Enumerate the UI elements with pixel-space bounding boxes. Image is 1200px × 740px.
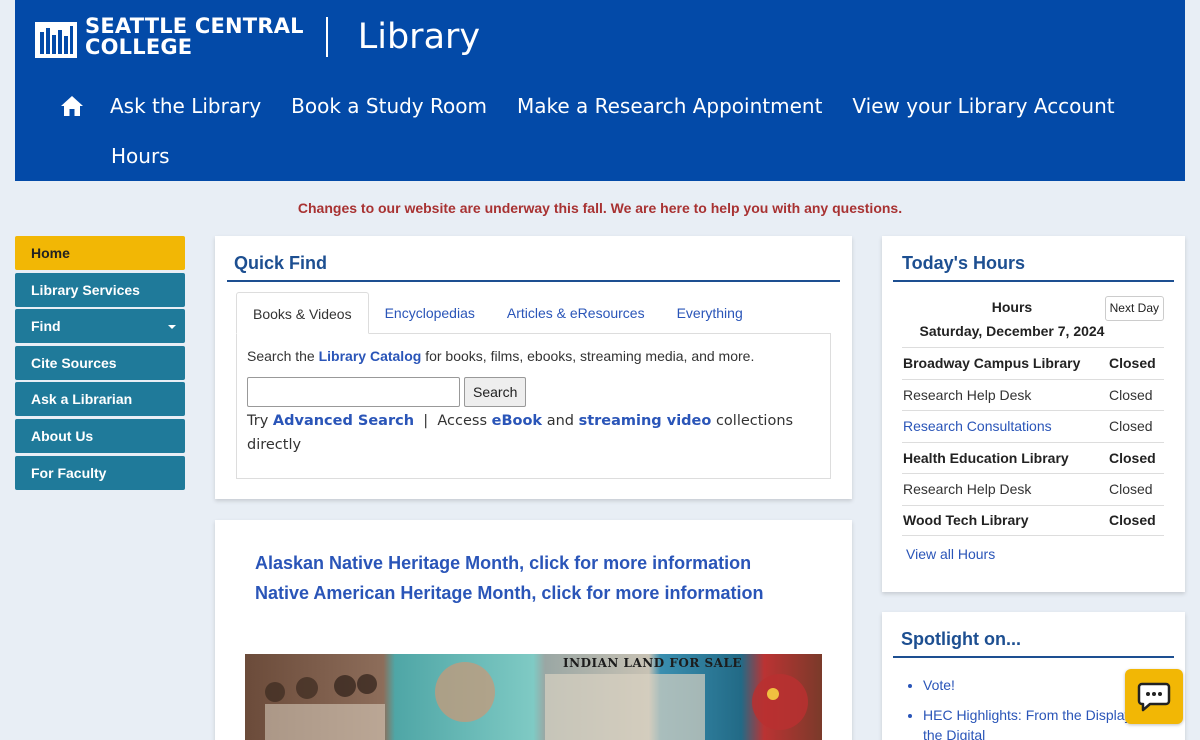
hours-status: Closed — [1109, 449, 1156, 466]
hours-table: Broadway Campus Library Closed Research … — [902, 347, 1164, 536]
todays-hours-panel: Today's Hours Hours Next Day Saturday, D… — [882, 236, 1185, 592]
advanced-search-line: Try Advanced Search | Access eBook and s… — [247, 409, 820, 457]
tab-everything[interactable]: Everything — [661, 292, 759, 334]
tab-encyclopedias[interactable]: Encyclopedias — [369, 292, 491, 334]
alaskan-heritage-link[interactable]: Alaskan Native Heritage Month, click for… — [255, 548, 763, 578]
sidebar-item-for-faculty[interactable]: For Faculty — [15, 455, 185, 490]
hours-row-health-education: Health Education Library Closed — [902, 441, 1164, 474]
access-text: Access — [437, 413, 488, 429]
hours-location-name: Wood Tech Library — [903, 512, 1029, 529]
heritage-links: Alaskan Native Heritage Month, click for… — [255, 548, 763, 608]
streaming-video-link[interactable]: streaming video — [579, 413, 712, 429]
quick-find-title: Quick Find — [227, 253, 840, 282]
banner-caption: INDIAN LAND FOR SALE — [563, 656, 743, 670]
sidebar-item-find[interactable]: Find — [15, 309, 185, 344]
college-name-line2: COLLEGE — [85, 35, 193, 59]
next-day-button[interactable]: Next Day — [1104, 296, 1164, 321]
nav-ask-the-library[interactable]: Ask the Library — [110, 94, 261, 118]
ebook-link[interactable]: eBook — [492, 413, 542, 429]
site-header: SEATTLE CENTRAL COLLEGE Library Ask the … — [15, 0, 1185, 181]
nav-research-appointment[interactable]: Make a Research Appointment — [517, 94, 822, 118]
hours-status: Closed — [1109, 418, 1153, 435]
nav-book-a-study-room[interactable]: Book a Study Room — [291, 94, 487, 118]
catalog-description: Search the Library Catalog for books, fi… — [247, 348, 820, 364]
hours-date: Saturday, December 7, 2024 — [919, 323, 1105, 339]
logo-divider — [325, 17, 328, 57]
quick-find-tab-body: Search the Library Catalog for books, fi… — [236, 333, 831, 479]
main-nav-row-1: Ask the Library Book a Study Room Make a… — [60, 82, 1160, 130]
left-sidebar: Home Library Services Find Cite Sources … — [15, 236, 185, 492]
hours-status: Closed — [1109, 386, 1153, 403]
college-name: SEATTLE CENTRAL COLLEGE — [85, 16, 304, 58]
hours-row-research-help-desk-2: Research Help Desk Closed — [902, 473, 1164, 505]
hours-row-broadway: Broadway Campus Library Closed — [902, 347, 1164, 379]
hours-location-name: Research Help Desk — [903, 481, 1032, 498]
heritage-banner-image[interactable]: INDIAN LAND FOR SALE — [245, 654, 822, 740]
heritage-feature-panel: Alaskan Native Heritage Month, click for… — [215, 520, 852, 740]
advanced-search-link[interactable]: Advanced Search — [273, 413, 414, 429]
sidebar-item-ask-a-librarian[interactable]: Ask a Librarian — [15, 382, 185, 417]
catalog-search-button[interactable]: Search — [464, 377, 527, 407]
hours-status: Closed — [1109, 355, 1156, 372]
library-title[interactable]: Library — [358, 17, 480, 57]
sidebar-item-cite-sources[interactable]: Cite Sources — [15, 345, 185, 380]
catalog-desc-suffix: for books, films, ebooks, streaming medi… — [425, 348, 755, 364]
sidebar-item-find-label: Find — [31, 318, 61, 335]
hours-location-name: Health Education Library — [903, 449, 1069, 466]
chat-button[interactable] — [1125, 669, 1183, 724]
native-american-heritage-link[interactable]: Native American Heritage Month, click fo… — [255, 578, 763, 608]
site-notice: Changes to our website are underway this… — [297, 200, 903, 216]
main-nav: Ask the Library Book a Study Room Make a… — [60, 82, 1160, 180]
home-icon[interactable] — [60, 94, 84, 118]
hours-location-name: Broadway Campus Library — [903, 355, 1081, 372]
library-catalog-link[interactable]: Library Catalog — [319, 348, 422, 364]
quick-find-panel: Quick Find Books & Videos Encyclopedias … — [215, 236, 852, 499]
hours-location-name: Research Help Desk — [903, 386, 1032, 403]
spotlight-title: Spotlight on... — [893, 629, 1174, 658]
catalog-desc-prefix: Search the — [247, 348, 315, 364]
quick-find-tabs: Books & Videos Encyclopedias Articles & … — [236, 292, 831, 334]
nav-hours[interactable]: Hours — [111, 144, 170, 168]
tab-articles-eresources[interactable]: Articles & eResources — [491, 292, 661, 334]
chat-bubble-icon — [1137, 682, 1171, 711]
hours-status: Closed — [1109, 481, 1153, 498]
hours-row-research-help-desk-1: Research Help Desk Closed — [902, 378, 1164, 411]
college-logo-icon — [35, 16, 77, 58]
separator: | — [423, 413, 429, 429]
hours-row-wood-tech: Wood Tech Library Closed — [902, 504, 1164, 536]
hours-status: Closed — [1109, 512, 1156, 529]
catalog-search-input[interactable] — [247, 377, 460, 407]
sidebar-item-about-us[interactable]: About Us — [15, 418, 185, 453]
caret-down-icon — [168, 325, 176, 330]
main-nav-row-2: Hours — [60, 132, 1160, 180]
nav-library-account[interactable]: View your Library Account — [852, 94, 1114, 118]
sidebar-item-library-services[interactable]: Library Services — [15, 272, 185, 307]
sidebar-item-home[interactable]: Home — [15, 236, 185, 270]
todays-hours-title: Today's Hours — [893, 253, 1174, 282]
college-name-line1: SEATTLE CENTRAL — [85, 14, 304, 38]
hours-row-research-consultations: Research Consultations Closed — [902, 410, 1164, 442]
college-logo[interactable]: SEATTLE CENTRAL COLLEGE Library — [35, 16, 480, 58]
view-all-hours-link[interactable]: View all Hours — [906, 546, 995, 562]
catalog-search-row: Search — [247, 377, 820, 407]
tab-books-videos[interactable]: Books & Videos — [236, 292, 369, 334]
and-text: and — [546, 413, 574, 429]
try-text: Try — [247, 413, 269, 429]
research-consultations-link[interactable]: Research Consultations — [902, 418, 1109, 434]
hours-label: Hours — [991, 299, 1033, 315]
